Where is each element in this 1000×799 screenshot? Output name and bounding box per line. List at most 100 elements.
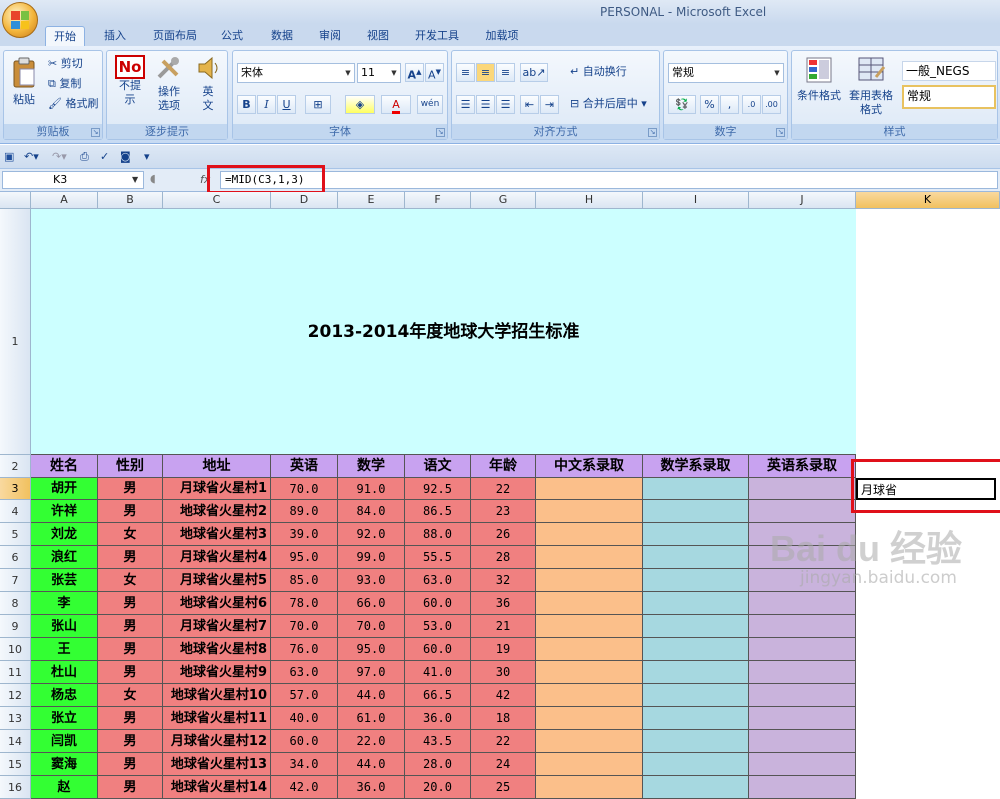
data-cell[interactable]: 女 [98,684,163,707]
data-cell[interactable]: 76.0 [271,638,338,661]
column-header[interactable]: C [163,192,271,209]
data-cell[interactable]: 地球省火星村8 [163,638,271,661]
data-cell[interactable]: 99.0 [338,546,405,569]
data-cell[interactable]: 84.0 [338,500,405,523]
data-cell[interactable]: 88.0 [405,523,471,546]
result-cell[interactable] [536,500,643,523]
data-cell[interactable]: 20.0 [405,776,471,799]
op-options-button[interactable]: 操作选项 [153,55,185,113]
style-normal[interactable]: 常规 [902,85,996,109]
column-header[interactable]: K [856,192,1000,209]
fill-color-button[interactable]: ◈ [345,95,375,114]
data-cell[interactable]: 97.0 [338,661,405,684]
print-preview-icon[interactable]: ⎙ [80,148,89,166]
data-cell[interactable]: 92.5 [405,478,471,500]
data-cell[interactable]: 44.0 [338,684,405,707]
column-title-cell[interactable]: 数学 [338,455,405,478]
data-cell[interactable]: 63.0 [405,569,471,592]
data-cell[interactable]: 地球省火星村14 [163,776,271,799]
align-left-button[interactable]: ☰ [456,95,475,114]
column-title-cell[interactable]: 中文系录取 [536,455,643,478]
tab-developer[interactable]: 开发工具 [405,26,469,46]
tab-page-layout[interactable]: 页面布局 [145,26,205,46]
data-cell[interactable]: 36 [471,592,536,615]
data-cell[interactable]: 22 [471,730,536,753]
tab-data[interactable]: 数据 [262,26,302,46]
data-cell[interactable]: 男 [98,615,163,638]
increase-decimal-button[interactable]: .0 [742,95,761,114]
name-box[interactable]: K3 [2,171,144,189]
row-header[interactable]: 9 [0,615,31,638]
data-cell[interactable]: 地球省火星村9 [163,661,271,684]
row-header[interactable]: 14 [0,730,31,753]
row-header[interactable]: 4 [0,500,31,523]
column-header[interactable]: A [31,192,98,209]
data-cell[interactable]: 89.0 [271,500,338,523]
row-header[interactable]: 11 [0,661,31,684]
data-cell[interactable]: 张立 [31,707,98,730]
column-header[interactable]: H [536,192,643,209]
font-size-select[interactable]: 11 ▼ [357,63,401,83]
data-cell[interactable]: 34.0 [271,753,338,776]
data-cell[interactable]: 张芸 [31,569,98,592]
data-cell[interactable]: 男 [98,546,163,569]
data-cell[interactable]: 月球省火星村1 [163,478,271,500]
increase-indent-button[interactable]: ⇥ [540,95,559,114]
data-cell[interactable]: 地球省火星村2 [163,500,271,523]
copy-button[interactable]: ⧉ 复制 [48,75,81,93]
data-cell[interactable]: 王 [31,638,98,661]
row-header[interactable]: 6 [0,546,31,569]
data-cell[interactable]: 女 [98,569,163,592]
row-header[interactable]: 10 [0,638,31,661]
data-cell[interactable]: 月球省火星村4 [163,546,271,569]
data-cell[interactable]: 41.0 [405,661,471,684]
data-cell[interactable]: 男 [98,661,163,684]
row-header[interactable]: 2 [0,455,31,478]
data-cell[interactable]: 95.0 [338,638,405,661]
result-cell[interactable] [536,592,643,615]
align-right-button[interactable]: ☰ [496,95,515,114]
no-prompt-button[interactable]: No 不提示 [113,55,147,107]
row-header[interactable]: 15 [0,753,31,776]
result-cell[interactable] [749,684,856,707]
result-cell[interactable] [749,707,856,730]
row-header[interactable]: 13 [0,707,31,730]
data-cell[interactable]: 60.0 [405,638,471,661]
result-cell[interactable] [643,753,749,776]
tab-home[interactable]: 开始 [45,26,85,46]
result-cell[interactable] [536,684,643,707]
result-cell[interactable] [643,523,749,546]
data-cell[interactable]: 43.5 [405,730,471,753]
data-cell[interactable]: 93.0 [338,569,405,592]
tab-insert[interactable]: 插入 [95,26,135,46]
data-cell[interactable]: 55.5 [405,546,471,569]
data-cell[interactable]: 70.0 [271,478,338,500]
formula-input[interactable]: =MID(C3,1,3) [220,171,998,189]
result-cell[interactable] [536,615,643,638]
undo-icon[interactable]: ↶▾ [24,148,39,166]
data-cell[interactable]: 28.0 [405,753,471,776]
align-middle-button[interactable]: ≡ [476,63,495,82]
english-button[interactable]: 英文 [193,55,223,113]
result-cell[interactable] [749,615,856,638]
expand-handle-icon[interactable]: ◖ [150,170,156,188]
sheet-title[interactable]: 2013-2014年度地球大学招生标准 [31,209,856,455]
result-cell[interactable] [536,776,643,799]
row-header[interactable]: 7 [0,569,31,592]
data-cell[interactable]: 男 [98,776,163,799]
column-title-cell[interactable]: 数学系录取 [643,455,749,478]
redo-icon[interactable]: ↷▾ [52,148,67,166]
data-cell[interactable]: 44.0 [338,753,405,776]
data-cell[interactable]: 25 [471,776,536,799]
data-cell[interactable]: 男 [98,592,163,615]
orientation-button[interactable]: ab↗ [520,63,548,82]
data-cell[interactable]: 70.0 [271,615,338,638]
result-cell[interactable] [643,730,749,753]
save-icon[interactable]: ▣ [4,148,14,166]
borders-button[interactable]: ⊞ [305,95,331,114]
data-cell[interactable]: 19 [471,638,536,661]
data-cell[interactable]: 57.0 [271,684,338,707]
camera-icon[interactable]: ◙ [120,148,131,166]
data-cell[interactable]: 男 [98,707,163,730]
tab-addins[interactable]: 加载项 [476,26,528,46]
